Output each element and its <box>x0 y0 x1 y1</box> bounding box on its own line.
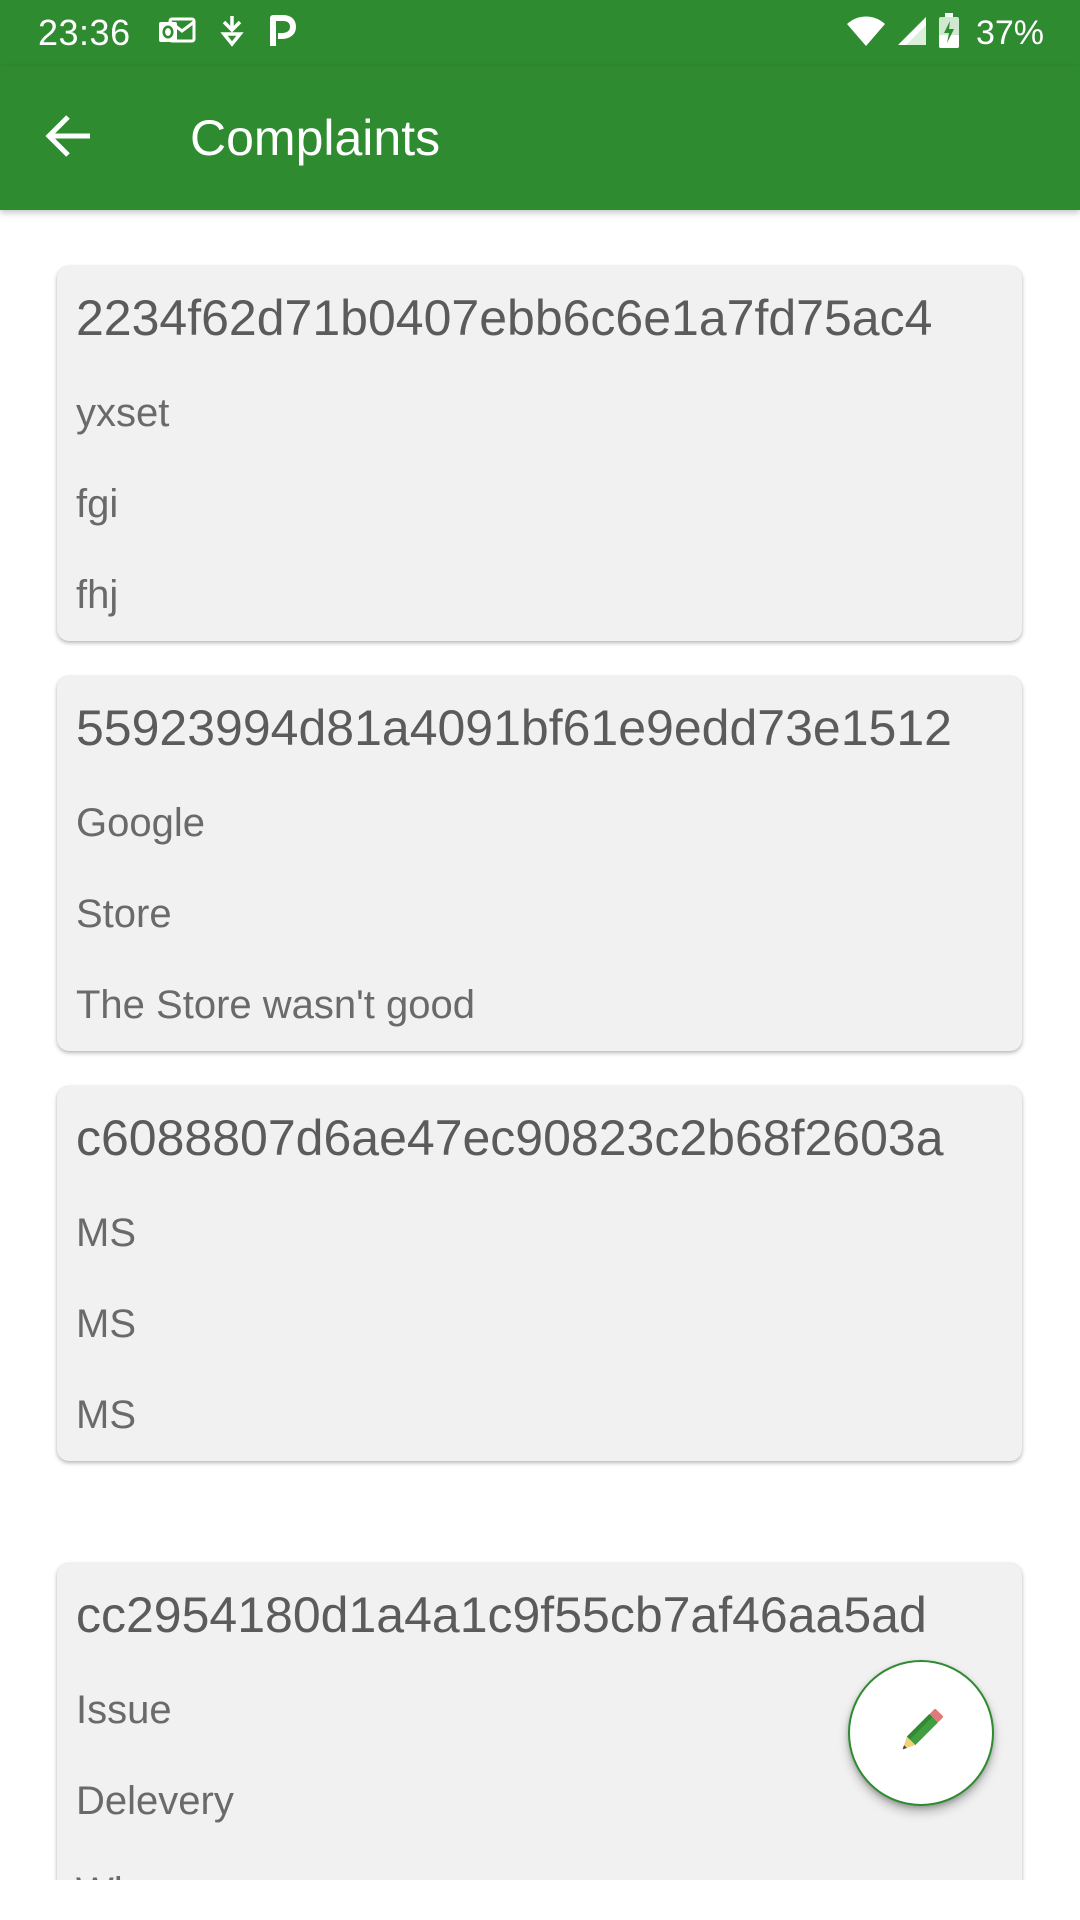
app-bar: Complaints <box>0 66 1080 210</box>
complaint-line: The Store wasn't good <box>76 983 475 1027</box>
complaint-id: c6088807d6ae47ec90823c2b68f2603a <box>76 1110 944 1166</box>
bottom-strip <box>0 1880 1080 1920</box>
outlook-icon <box>158 16 196 51</box>
status-icons-right: 37% <box>846 12 1044 54</box>
wifi-icon <box>846 15 886 52</box>
arrow-back-icon <box>44 114 92 163</box>
complaint-line: Delevery <box>76 1779 234 1823</box>
complaint-id: 2234f62d71b0407ebb6c6e1a7fd75ac4 <box>76 290 933 346</box>
complaints-list[interactable]: 2234f62d71b0407ebb6c6e1a7fd75ac4 yxset f… <box>0 210 1080 1880</box>
complaint-line: Store <box>76 892 172 936</box>
complaint-line: MS <box>76 1302 136 1346</box>
complaint-line: Google <box>76 801 205 845</box>
add-complaint-button[interactable] <box>848 1660 994 1806</box>
status-icons-left <box>158 12 296 54</box>
complaint-line: fgi <box>76 482 119 526</box>
download-icon <box>218 14 246 53</box>
parking-icon <box>268 14 296 53</box>
signal-icon <box>896 15 928 52</box>
complaint-card[interactable]: c6088807d6ae47ec90823c2b68f2603a MS MS M… <box>57 1086 1022 1461</box>
complaint-line: yxset <box>76 391 170 435</box>
status-time: 23:36 <box>38 12 131 53</box>
battery-percent: 37% <box>975 14 1044 52</box>
complaint-id: 55923994d81a4091bf61e9edd73e1512 <box>76 700 952 756</box>
complaint-line: MS <box>76 1211 136 1255</box>
complaint-line: fhj <box>76 573 119 617</box>
page-title: Complaints <box>190 110 441 166</box>
complaint-card[interactable]: 2234f62d71b0407ebb6c6e1a7fd75ac4 yxset f… <box>57 266 1022 641</box>
complaint-line: MS <box>76 1393 136 1437</box>
back-button[interactable] <box>34 104 102 172</box>
battery-charging-icon <box>938 12 960 54</box>
status-bar: 23:36 37% <box>0 0 1080 66</box>
complaint-id: cc2954180d1a4a1c9f55cb7af46aa5ad <box>76 1587 927 1643</box>
complaint-line: Wh... <box>76 1866 1002 1880</box>
screen: 23:36 37% Complaints 2234f62d71b0407ebb6… <box>0 0 1080 1920</box>
pencil-icon <box>893 1703 949 1764</box>
complaint-card[interactable]: 55923994d81a4091bf61e9edd73e1512 Google … <box>57 676 1022 1051</box>
